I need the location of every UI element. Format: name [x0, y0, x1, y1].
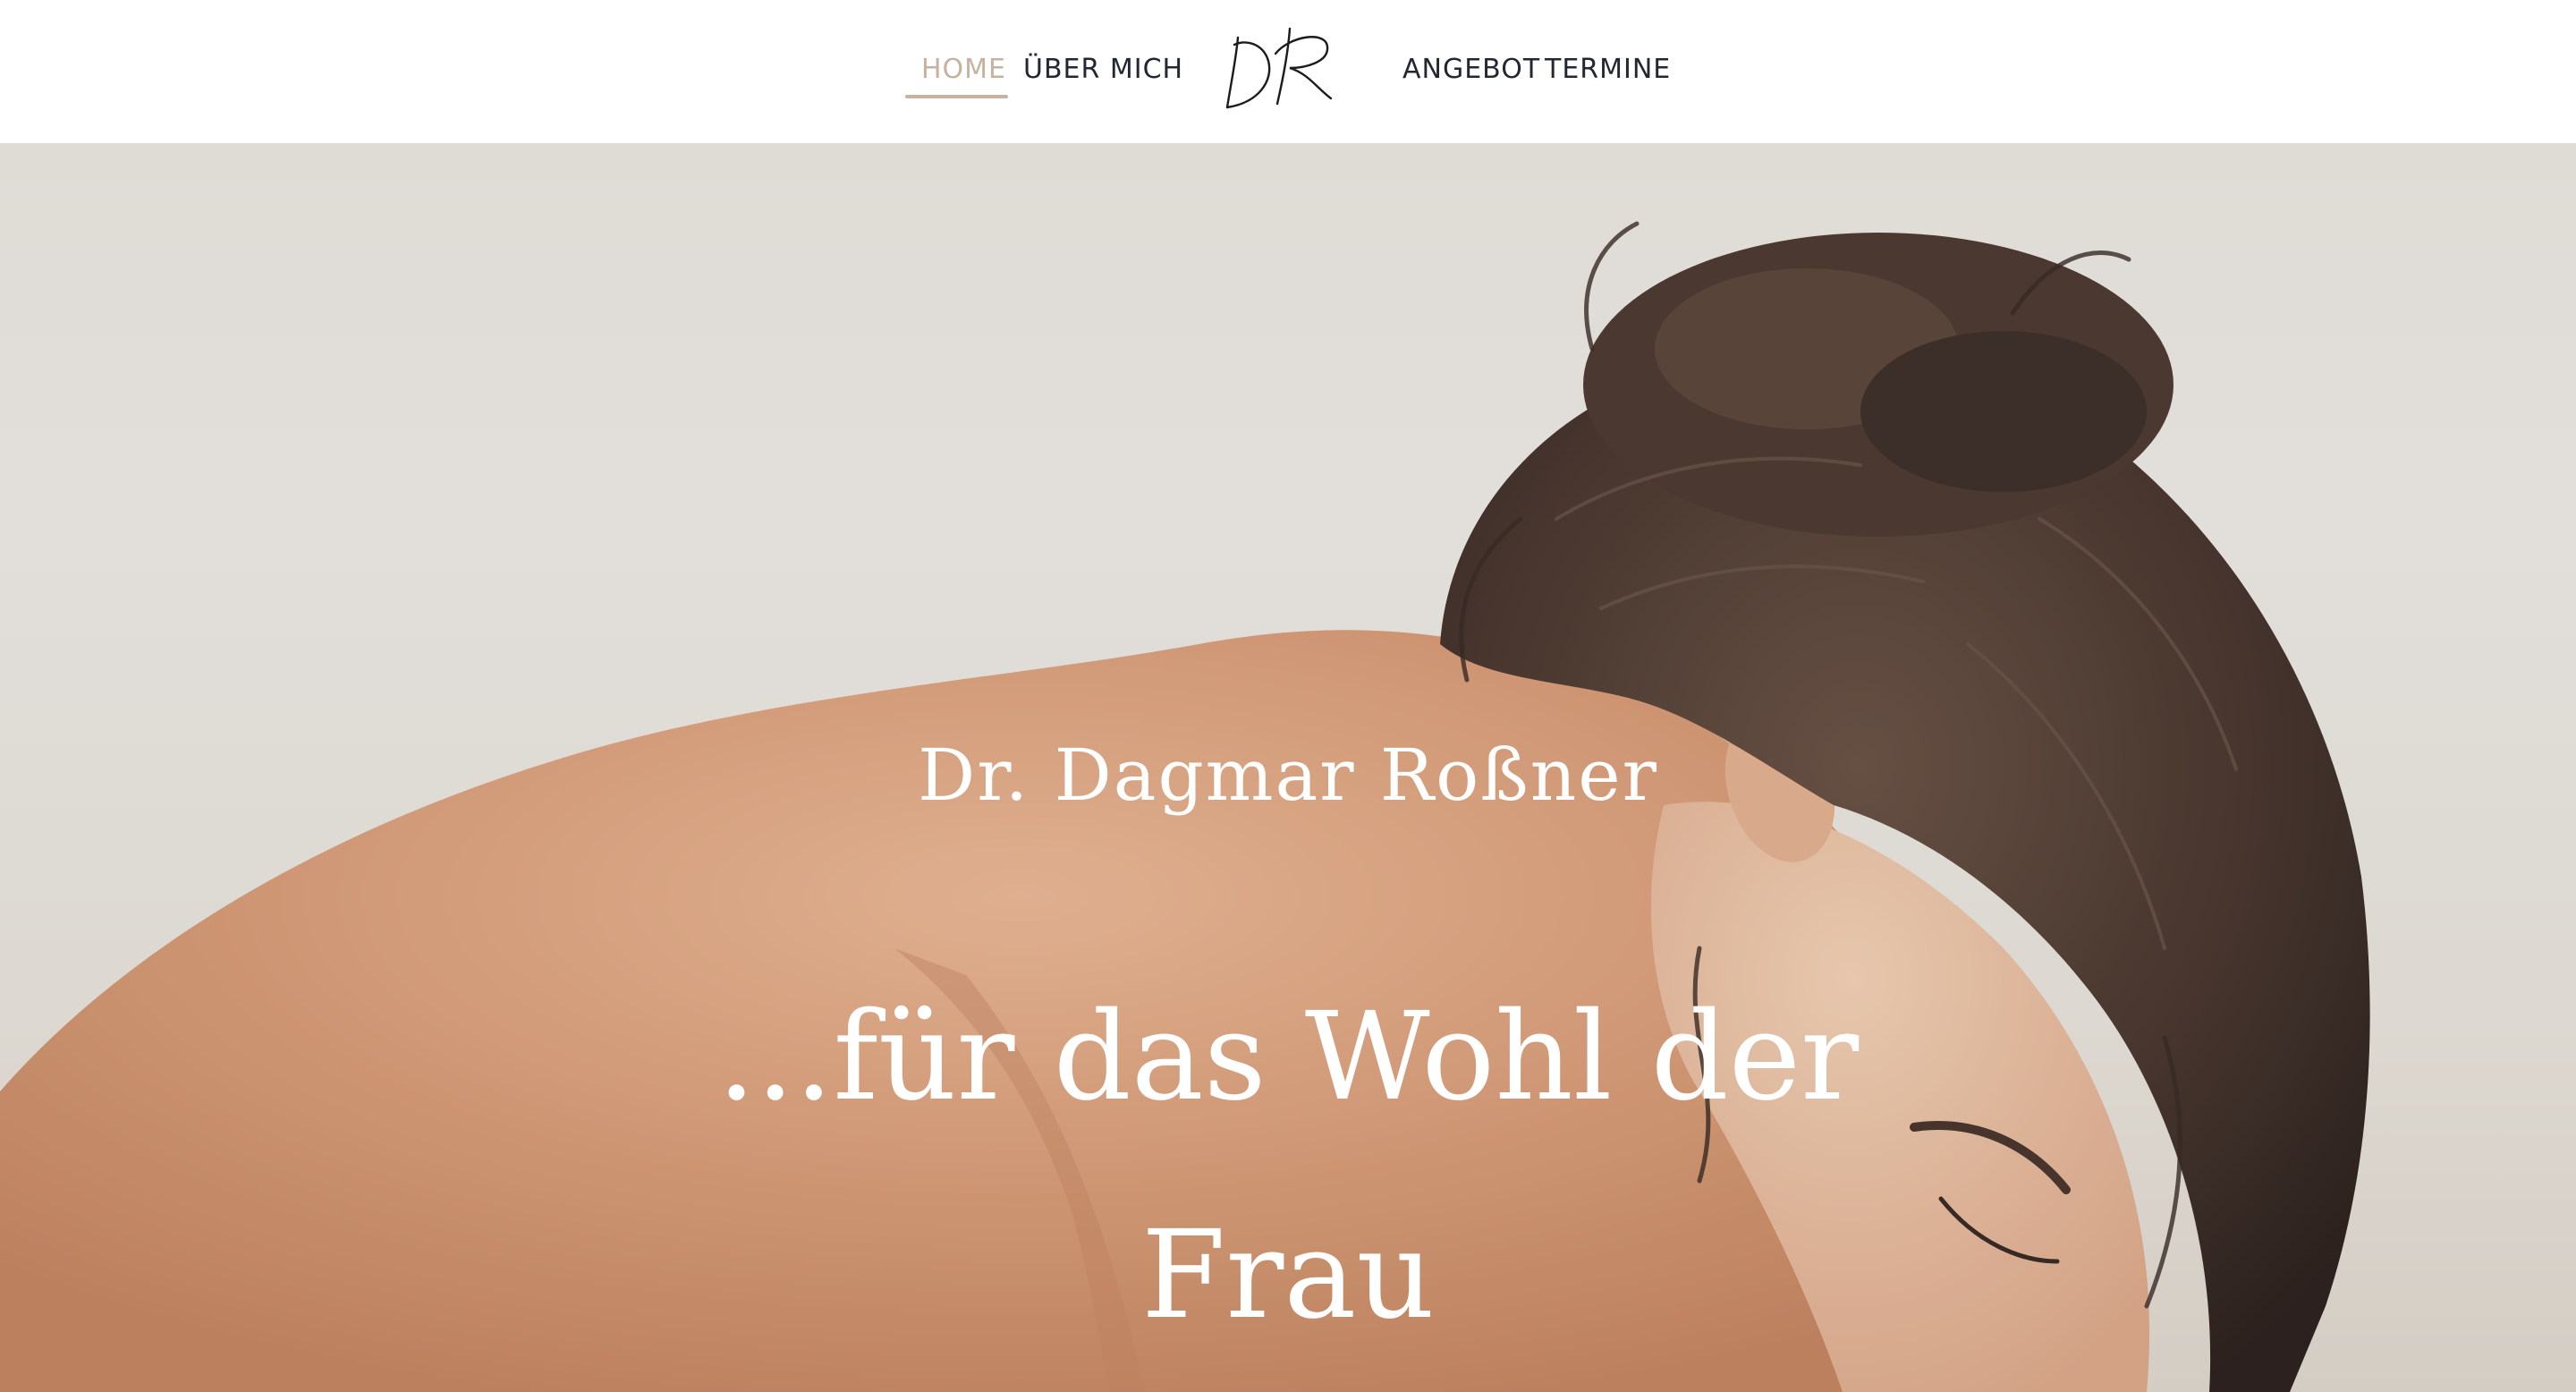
- nav-termine[interactable]: TERMINE: [1545, 54, 1671, 85]
- nav-active-underline: [905, 95, 1008, 98]
- top-navigation: HOME ÜBER MICH DR ANGEBOT TERMINE: [0, 0, 2576, 143]
- hero-name: Dr. Dagmar Roßner: [918, 734, 1658, 817]
- hero-section: Dr. Dagmar Roßner ...für das Wohl der Fr…: [0, 143, 2576, 1392]
- hero-tagline: ...für das Wohl der Frau: [716, 987, 1860, 1346]
- nav-angebot[interactable]: ANGEBOT: [1402, 54, 1540, 85]
- nav-ueber-mich[interactable]: ÜBER MICH: [1023, 54, 1183, 85]
- nav-home[interactable]: HOME: [921, 54, 1006, 85]
- dr-logo[interactable]: DR: [1218, 18, 1343, 118]
